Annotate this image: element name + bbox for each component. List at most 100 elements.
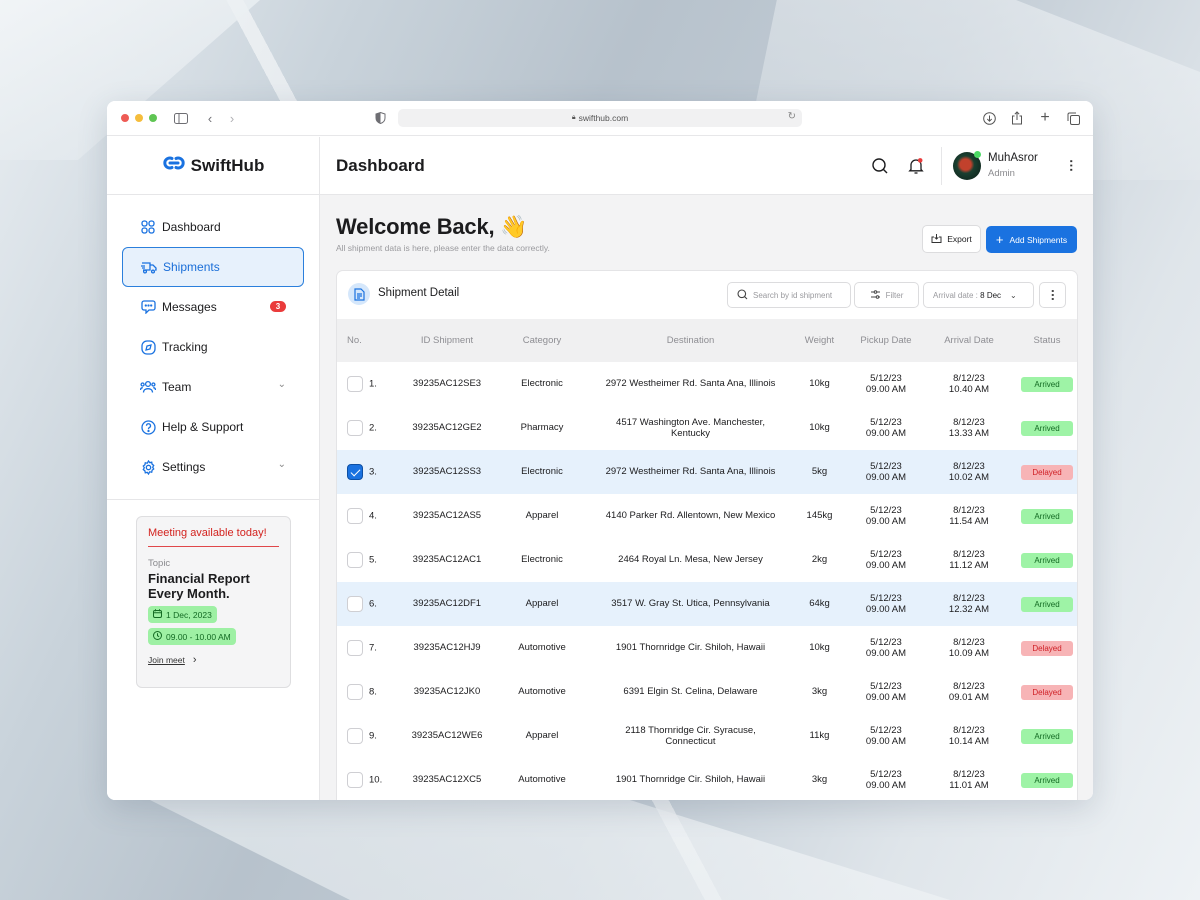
sidebar-item-messages[interactable]: Messages 3 xyxy=(122,287,304,327)
destination: 4517 Washington Ave. Manchester, Kentuck… xyxy=(616,416,765,440)
card-header: Shipment Detail Search by id shipment Fi… xyxy=(337,271,1077,319)
category: Automotive xyxy=(518,642,566,654)
row-checkbox[interactable] xyxy=(347,552,363,568)
column-header[interactable]: ID Shipment xyxy=(401,319,493,362)
chevron-down-icon[interactable]: ⌄ xyxy=(278,379,286,390)
shipment-id: 39235AC12XC5 xyxy=(412,774,482,786)
chevron-right-icon: › xyxy=(192,654,197,666)
table-row[interactable]: 2. 39235AC12GE2 Pharmacy 4517 Washington Av… xyxy=(337,406,1077,450)
column-header[interactable]: Weight xyxy=(790,319,849,362)
weight: 5kg xyxy=(811,466,828,478)
filter-button[interactable]: Filter xyxy=(854,282,919,308)
sidebar-item-tracking[interactable]: Tracking xyxy=(122,327,304,367)
meeting-card-title: Meeting available today! xyxy=(148,527,279,547)
share-icon[interactable] xyxy=(1009,110,1025,126)
arrival-date-dropdown[interactable]: Arrival date : 8 Dec ⌄ xyxy=(923,282,1034,308)
row-checkbox[interactable] xyxy=(347,464,363,480)
search-input[interactable]: Search by id shipment xyxy=(727,282,851,308)
privacy-shield-icon[interactable] xyxy=(372,110,388,126)
table-row[interactable]: 9. 39235AC12WE6 Apparel 2118 Thornridge Cir… xyxy=(337,714,1077,758)
chevron-down-icon[interactable]: ⌄ xyxy=(278,459,286,470)
sidebar-item-dashboard[interactable]: Dashboard xyxy=(122,207,304,247)
row-checkbox[interactable] xyxy=(347,772,363,788)
destination: 6391 Elgin St. Celina, Delaware xyxy=(623,686,758,698)
browser-window: ‹ › 🔒︎ swifthub.com ↻ + SwiftHub Dashboa… xyxy=(107,101,1093,800)
table-row[interactable]: 3. 39235AC12SS3 Electronic 2972 Westheimer … xyxy=(337,450,1077,494)
logo[interactable]: SwiftHub xyxy=(107,137,319,195)
row-checkbox[interactable] xyxy=(347,640,363,656)
meeting-topic-label: Topic xyxy=(148,558,171,569)
tabs-overview-icon[interactable] xyxy=(1065,110,1081,126)
table-options-button[interactable]: ⋯ xyxy=(1039,282,1066,308)
join-meet-link[interactable]: Join meet › xyxy=(148,654,279,666)
sidebar-item-shipments[interactable]: Shipments xyxy=(122,247,304,287)
clock-icon xyxy=(153,631,162,642)
weight: 2kg xyxy=(811,554,828,566)
pickup-date: 5/12/23 09.00 AM xyxy=(865,504,907,528)
sidebar-item-help-support[interactable]: Help & Support xyxy=(122,407,304,447)
table-row[interactable]: 1. 39235AC12SE3 Electronic 2972 Westheimer … xyxy=(337,362,1077,406)
table-row[interactable]: 8. 39235AC12JK0 Automotive 6391 Elgin St. C… xyxy=(337,670,1077,714)
meeting-date-chip: 1 Dec, 2023 xyxy=(148,606,217,623)
pickup-date: 5/12/23 09.00 AM xyxy=(865,372,907,396)
status-badge: Arrived xyxy=(1021,728,1073,744)
category: Apparel xyxy=(525,730,559,742)
table-row[interactable]: 4. 39235AC12AS5 Apparel 4140 Parker Rd. All… xyxy=(337,494,1077,538)
pickup-date: 5/12/23 09.00 AM xyxy=(865,416,907,440)
pickup-date: 5/12/23 09.00 AM xyxy=(865,592,907,616)
arrival-date: 8/12/23 10.02 AM xyxy=(948,460,990,484)
table-row[interactable]: 6. 39235AC12DF1 Apparel 3517 W. Gray St. Ut… xyxy=(337,582,1077,626)
column-header[interactable]: Status xyxy=(1015,319,1077,362)
grid-icon xyxy=(140,219,156,235)
notification-bell-icon[interactable] xyxy=(907,157,925,175)
sidebar-item-team[interactable]: Team ⌄ xyxy=(122,367,304,407)
shipment-id: 39235AC12HJ9 xyxy=(413,642,481,654)
app: SwiftHub Dashboard Shipments Messages 3 xyxy=(107,137,1093,800)
more-options-icon[interactable]: ⋯ xyxy=(1064,159,1079,172)
column-header[interactable]: Arrival Date xyxy=(923,319,1015,362)
download-icon[interactable] xyxy=(981,110,997,126)
minimize-window-button[interactable] xyxy=(135,114,143,122)
add-shipments-button[interactable]: + Add Shipments xyxy=(986,226,1077,253)
user-name: MuhAsror xyxy=(988,152,1038,164)
column-header[interactable]: Category xyxy=(493,319,591,362)
unread-count-badge: 3 xyxy=(270,301,286,312)
chat-icon xyxy=(140,299,156,315)
row-checkbox[interactable] xyxy=(347,728,363,744)
close-window-button[interactable] xyxy=(121,114,129,122)
reload-icon[interactable]: ↻ xyxy=(788,111,796,122)
maximize-window-button[interactable] xyxy=(149,114,157,122)
status-cell: Arrived xyxy=(1015,538,1077,582)
shipment-detail-card: Shipment Detail Search by id shipment Fi… xyxy=(336,270,1078,800)
sidebar-toggle-icon[interactable] xyxy=(173,110,189,126)
top-bar: Dashboard MuhAsror Admin ⋯ xyxy=(320,137,1093,195)
sidebar-item-settings[interactable]: Settings ⌄ xyxy=(122,447,304,487)
back-icon[interactable]: ‹ xyxy=(202,110,218,126)
pickup-date: 5/12/23 09.00 AM xyxy=(865,680,907,704)
row-checkbox[interactable] xyxy=(347,376,363,392)
forward-icon[interactable]: › xyxy=(224,110,240,126)
weight: 10kg xyxy=(809,642,830,654)
column-header[interactable]: No. xyxy=(337,319,401,362)
row-checkbox[interactable] xyxy=(347,508,363,524)
status-cell: Arrived xyxy=(1015,406,1077,450)
category: Automotive xyxy=(518,774,566,786)
table-header-row: No. ID Shipment Category Destination Weight P… xyxy=(337,319,1077,362)
new-tab-icon[interactable]: + xyxy=(1037,109,1053,126)
row-checkbox[interactable] xyxy=(347,684,363,700)
table-row[interactable]: 5. 39235AC12AC1 Electronic 2464 Royal Ln. M… xyxy=(337,538,1077,582)
arrival-date: 8/12/23 10.40 AM xyxy=(948,372,990,396)
status-badge: Arrived xyxy=(1021,596,1073,612)
table-row[interactable]: 7. 39235AC12HJ9 Automotive 1901 Thornridge … xyxy=(337,626,1077,670)
search-icon[interactable] xyxy=(871,157,889,175)
row-checkbox[interactable] xyxy=(347,596,363,612)
row-number-cell: 1. xyxy=(337,362,401,406)
export-button[interactable]: Export xyxy=(922,225,981,253)
table-row[interactable]: 10. 39235AC12XC5 Automotive 1901 Thornridge… xyxy=(337,758,1077,800)
column-header[interactable]: Destination xyxy=(591,319,790,362)
address-bar[interactable]: 🔒︎ swifthub.com ↻ xyxy=(398,109,802,127)
pickup-date: 5/12/23 09.00 AM xyxy=(865,636,907,660)
row-checkbox[interactable] xyxy=(347,420,363,436)
column-header[interactable]: Pickup Date xyxy=(849,319,923,362)
card-title: Shipment Detail xyxy=(378,287,460,299)
